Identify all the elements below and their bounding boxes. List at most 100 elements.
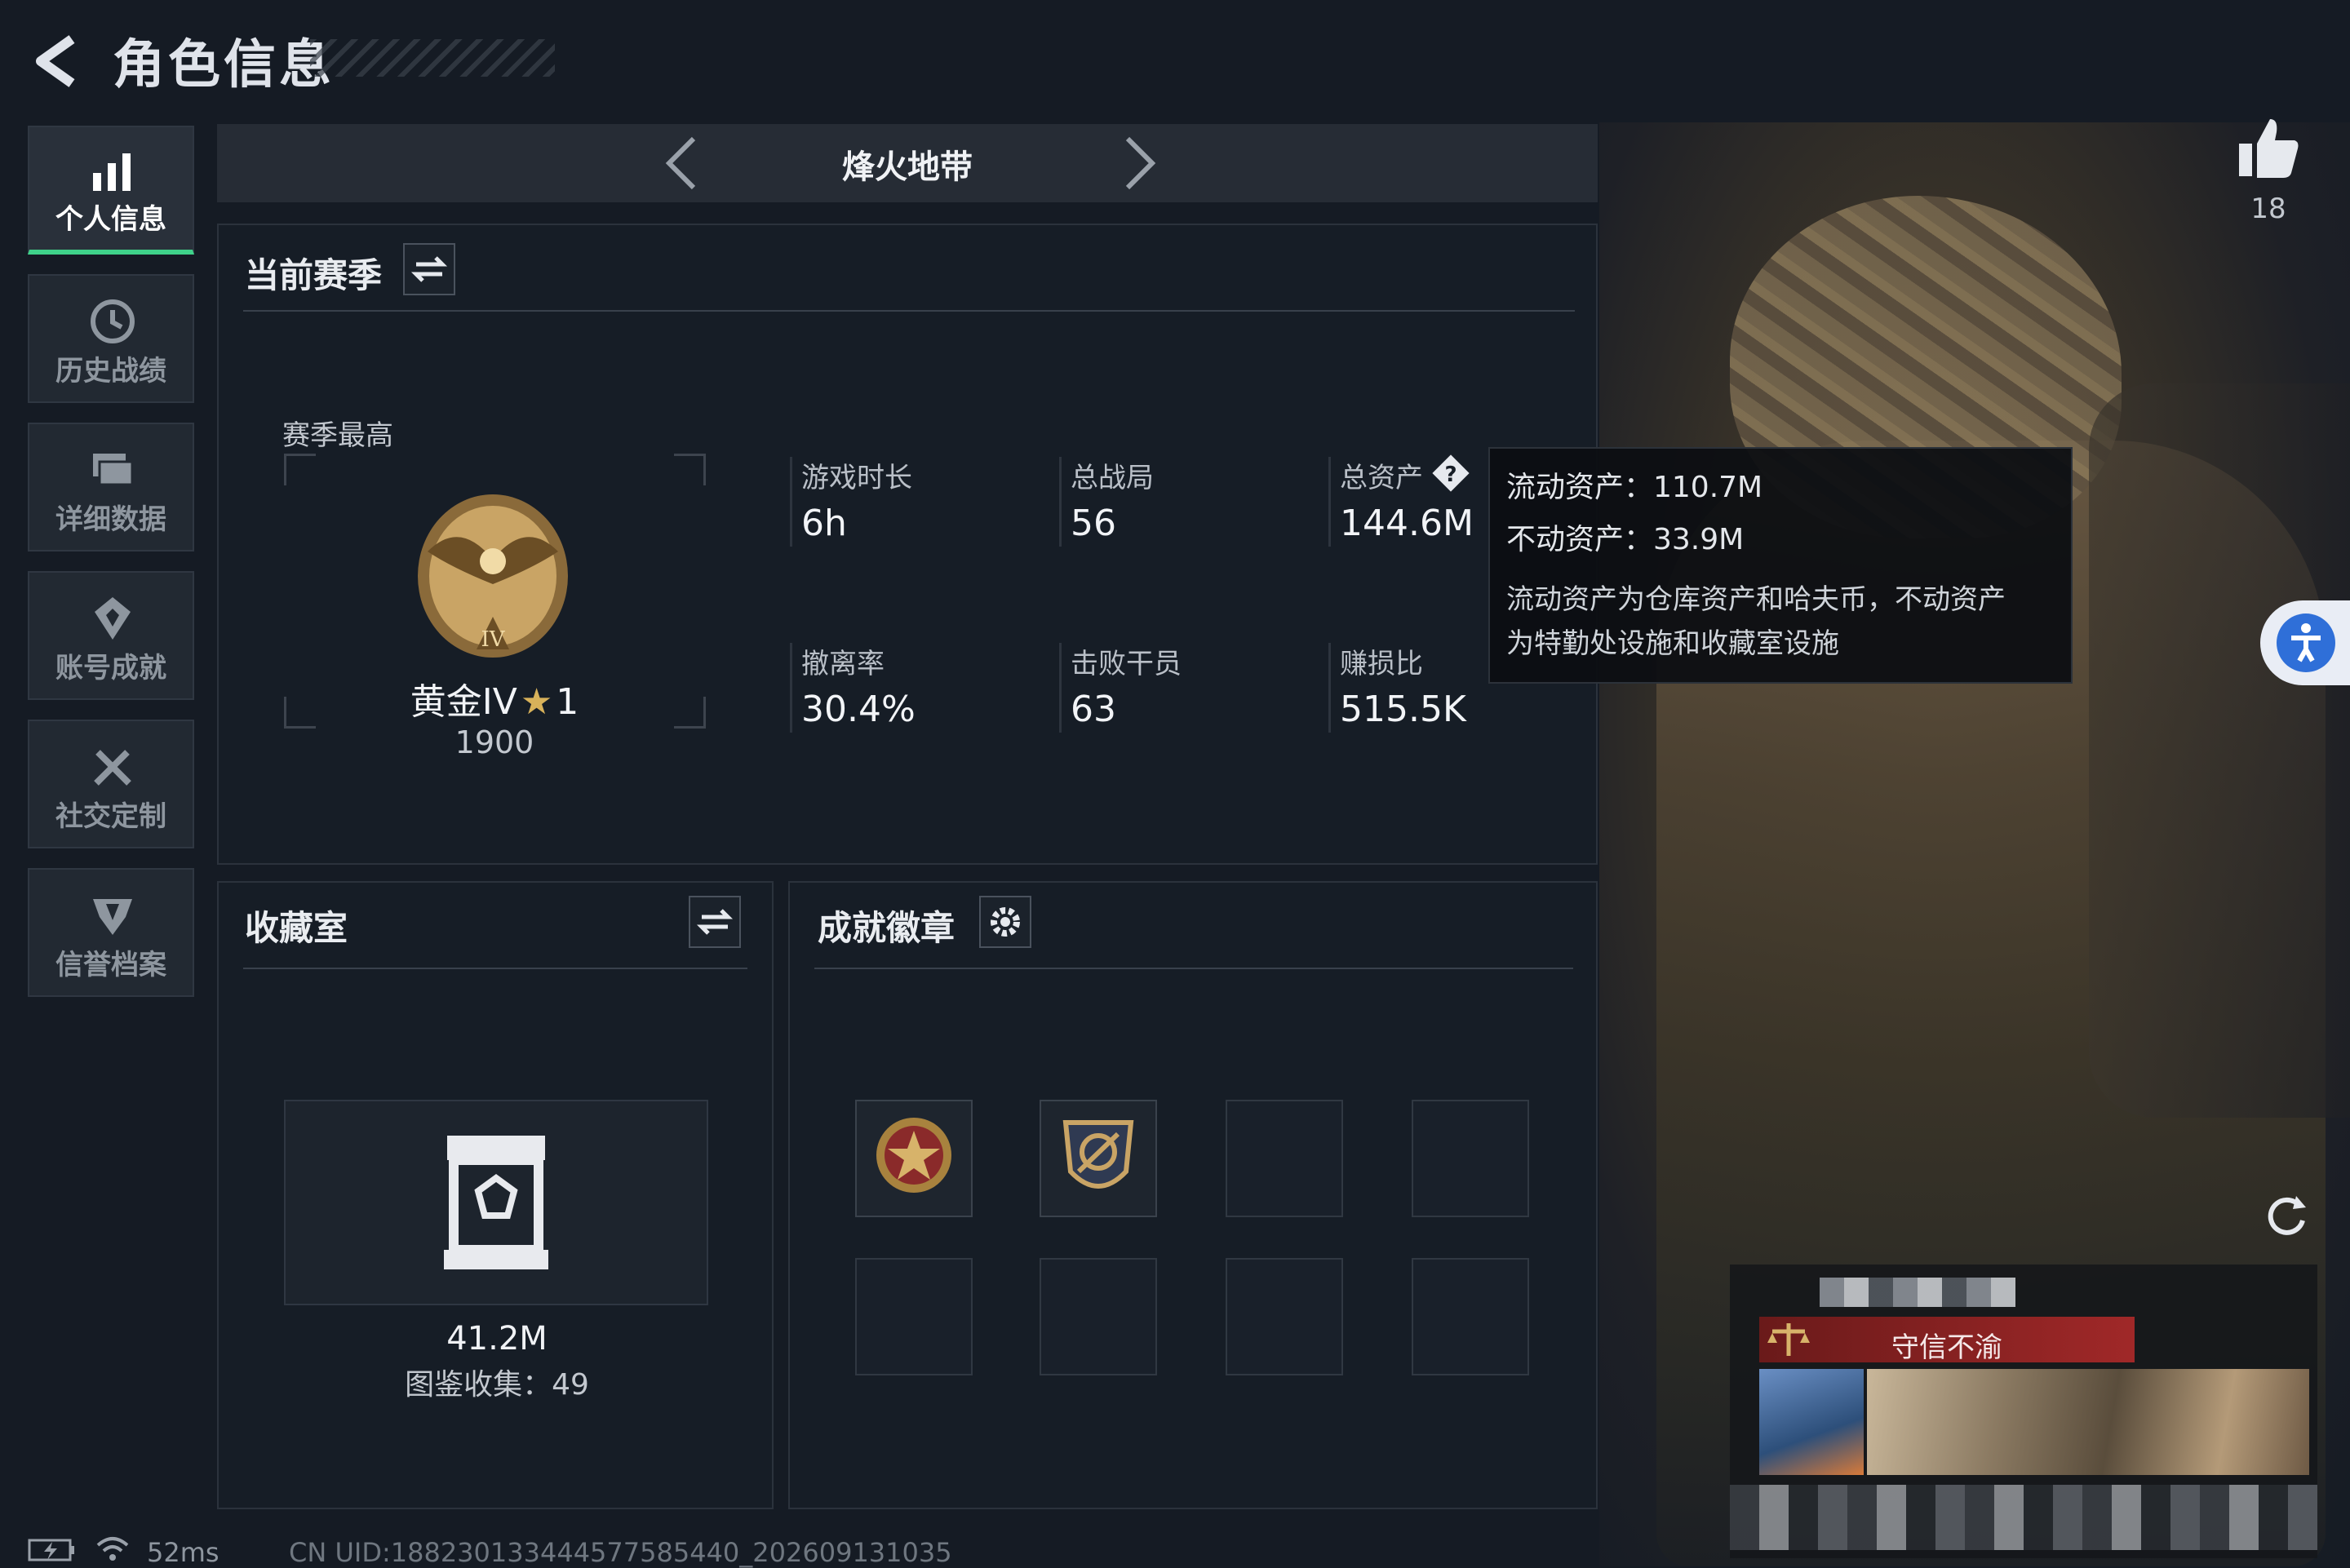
season-best-label: 赛季最高: [282, 419, 393, 452]
stat-value-total-assets: 144.6M: [1340, 503, 1474, 544]
stat-separator: [1328, 643, 1331, 733]
swap-icon: [696, 909, 734, 935]
uid: CN UID:1882301334445775854​40_2026091310…: [289, 1537, 952, 1568]
title-banner: 守信不渝: [1759, 1317, 2135, 1364]
sidebar-item-social-custom[interactable]: 社交定制: [28, 720, 194, 848]
stat-value-profit-loss-ratio: 515.5K: [1340, 689, 1466, 730]
sidebar-item-achievements[interactable]: 账号成就: [28, 571, 194, 700]
frame-corner: [674, 454, 706, 485]
collection-count: 图鉴收集：49: [405, 1368, 589, 1402]
title-decoration: [310, 39, 555, 77]
frame-corner: [674, 697, 706, 729]
sidebar-item-label: 个人信息: [55, 203, 166, 236]
assets-tooltip: 流动资产：110.7M 不动资产：33.9M 流动资产为仓库资产和哈夫币，不动资…: [1488, 447, 2073, 684]
help-icon[interactable]: ?: [1428, 450, 1474, 496]
cards-icon: [93, 454, 134, 486]
likes-count: 18: [2250, 193, 2286, 225]
collection-value: 41.2M: [446, 1320, 548, 1358]
badges-settings-button[interactable]: [979, 896, 1031, 948]
badge-slot-empty[interactable]: [855, 1258, 973, 1375]
stat-value-total-matches: 56: [1071, 503, 1116, 544]
stat-value-operators-defeated: 63: [1071, 689, 1116, 730]
sidebar-item-personal-info[interactable]: 个人信息: [28, 126, 194, 255]
stat-label-total-assets: 总资产: [1340, 462, 1423, 494]
star-icon: ★: [520, 681, 553, 723]
rank-name: 黄金IV: [410, 681, 517, 723]
stat-label-extraction-rate: 撤离率: [801, 648, 885, 680]
tooltip-description-line2: 为特勤处设施和收藏室设施: [1506, 627, 1839, 660]
stat-separator: [1059, 643, 1062, 733]
badge-slot-empty[interactable]: [1040, 1258, 1157, 1375]
thumbs-up-icon[interactable]: [2234, 114, 2303, 183]
tools-icon: [94, 750, 131, 786]
blurred-name: [1820, 1278, 2015, 1307]
sidebar-item-label: 账号成就: [55, 652, 166, 684]
back-arrow-icon[interactable]: [29, 33, 86, 90]
badges-title: 成就徽章: [818, 908, 956, 948]
gold-rank-emblem-icon: IV: [418, 494, 568, 658]
battery-icon: [28, 1539, 74, 1561]
stat-separator: [790, 457, 792, 547]
rotate-icon[interactable]: [2260, 1188, 2312, 1240]
collection-title: 收藏室: [245, 908, 348, 948]
divider: [814, 968, 1573, 969]
mode-name: 烽火地带: [842, 148, 973, 186]
shield-badge-icon: [1062, 1120, 1134, 1189]
frame-corner: [284, 454, 316, 485]
bar-chart-icon: [93, 153, 131, 191]
frame-corner: [284, 697, 316, 729]
badge-slot-1[interactable]: [855, 1100, 973, 1217]
stat-label-operators-defeated: 击败干员: [1071, 648, 1182, 680]
sidebar-item-history[interactable]: 历史战绩: [28, 274, 194, 403]
rank-line: 黄金IV★1: [397, 672, 592, 724]
divider: [243, 968, 747, 969]
badge-slot-empty[interactable]: [1412, 1258, 1529, 1375]
blurred-info: [1730, 1485, 2317, 1550]
shield-icon: [93, 899, 132, 935]
sidebar-item-label: 社交定制: [55, 800, 166, 833]
badge-slot-2[interactable]: [1040, 1100, 1157, 1217]
mode-selector: 烽火地带: [217, 124, 1598, 202]
season-title: 当前赛季: [245, 255, 383, 295]
stat-separator: [790, 643, 792, 733]
stat-label-profit-loss-ratio: 赚损比: [1340, 648, 1423, 680]
player-card[interactable]: 守信不渝: [1730, 1265, 2317, 1558]
sidebar-item-detailed-data[interactable]: 详细数据: [28, 423, 194, 551]
season-switch-button[interactable]: [403, 243, 455, 295]
badge-slot-empty[interactable]: [1226, 1258, 1343, 1375]
history-icon: [91, 299, 135, 343]
chevron-right-icon[interactable]: [1115, 134, 1164, 193]
stat-value-extraction-rate: 30.4%: [801, 689, 916, 730]
accessibility-button[interactable]: [2260, 600, 2350, 685]
badge-slot-empty[interactable]: [1412, 1100, 1529, 1217]
rank-score: 1900: [454, 724, 534, 760]
collection-switch-button[interactable]: [689, 896, 741, 948]
accessibility-icon: [2277, 613, 2335, 672]
sidebar-item-credit-record[interactable]: 信誉档案: [28, 868, 194, 997]
current-season-panel: 当前赛季 赛季最高 IV 黄金IV★1 1900 游戏时长 6h 总战局 56 …: [217, 224, 1598, 865]
page-title: 角色信息: [113, 35, 335, 95]
stat-label-total-matches: 总战局: [1071, 462, 1154, 494]
sidebar-item-label: 信誉档案: [55, 949, 166, 981]
sidebar-item-label: 详细数据: [55, 503, 166, 536]
stat-value-playtime: 6h: [801, 503, 847, 544]
swap-icon: [410, 256, 448, 282]
scales-icon: [1767, 1323, 1810, 1356]
avatar: [1759, 1369, 1864, 1475]
stat-separator: [1059, 457, 1062, 547]
rank-stars: 1: [556, 681, 579, 723]
badge-slot-empty[interactable]: [1226, 1100, 1343, 1217]
tooltip-description-line1: 流动资产为仓库资产和哈夫币，不动资产: [1506, 583, 2006, 616]
stat-separator: [1328, 457, 1331, 547]
gear-icon: [991, 907, 1020, 937]
divider: [243, 310, 1575, 312]
tooltip-liquid-assets: 流动资产：110.7M: [1506, 471, 1763, 504]
sidebar-item-label: 历史战绩: [55, 355, 166, 388]
medal-badge-icon: [876, 1118, 951, 1193]
card-banner-image: [1867, 1369, 2309, 1475]
wifi-icon: [96, 1537, 129, 1561]
ping: 52ms: [147, 1537, 219, 1568]
svg-text:?: ?: [1444, 463, 1457, 487]
collection-panel: 收藏室 41.2M 图鉴收集：49: [217, 881, 774, 1509]
svg-text:IV: IV: [481, 627, 505, 652]
